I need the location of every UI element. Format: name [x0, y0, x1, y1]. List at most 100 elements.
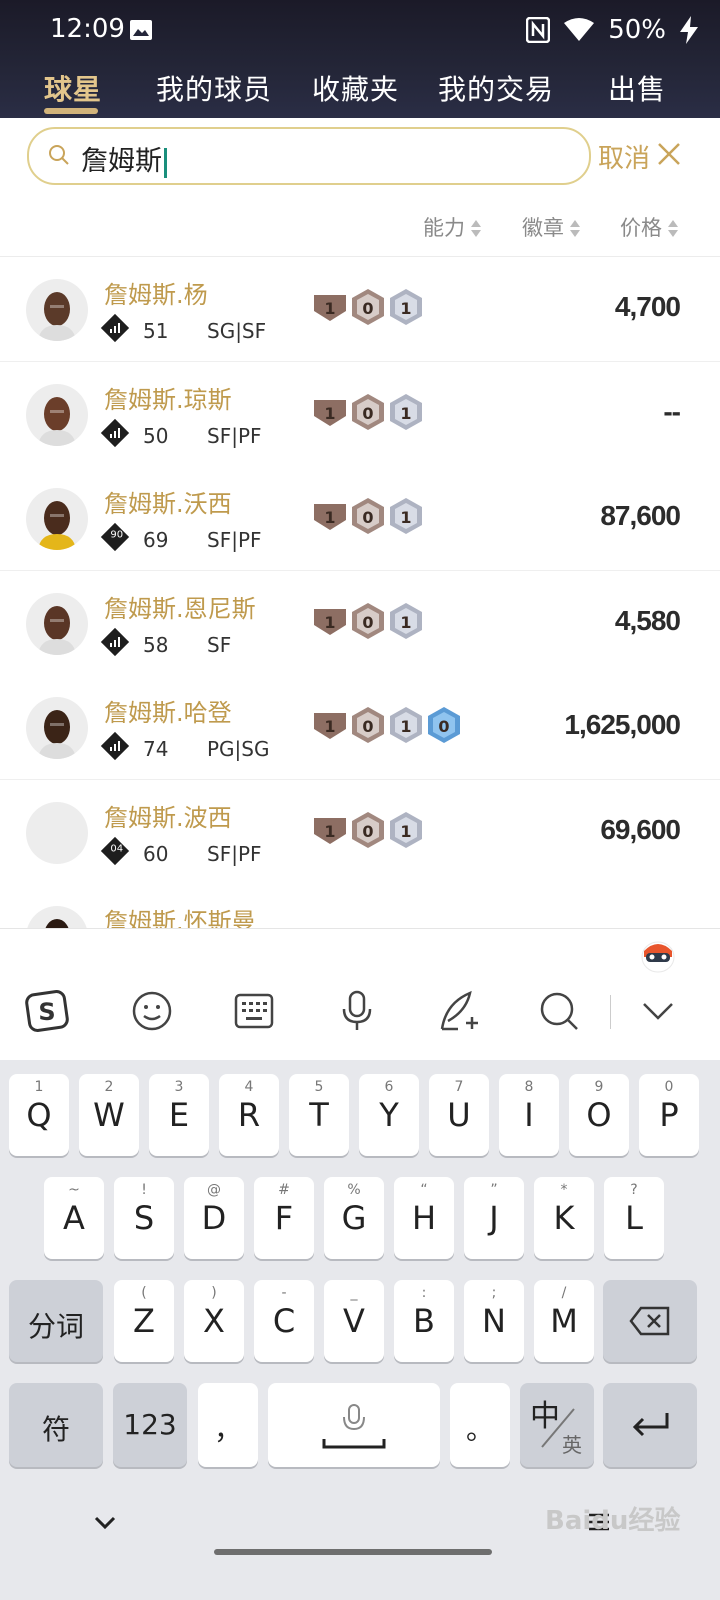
- close-icon[interactable]: [657, 142, 681, 166]
- tab-my-players[interactable]: 我的球员: [156, 68, 272, 108]
- key-space[interactable]: [268, 1383, 440, 1467]
- tab-sell[interactable]: 出售: [608, 68, 666, 108]
- key-primary-label: A: [63, 1199, 85, 1237]
- key-secondary-label: 8: [524, 1079, 534, 1095]
- key-secondary-label: %: [347, 1182, 361, 1198]
- key-x[interactable]: ) X: [184, 1280, 244, 1362]
- search-icon: [49, 145, 69, 165]
- cancel-button[interactable]: 取消: [598, 138, 650, 175]
- key-secondary-label: 0: [664, 1079, 674, 1095]
- player-row[interactable]: 詹姆斯.哈登 74 PG|SG 1 0 1 0 1,625,000: [0, 675, 720, 780]
- player-row[interactable]: 詹姆斯.波西 04 60 SF|PF 1 0 1 69,600: [0, 779, 720, 885]
- search-input[interactable]: 詹姆斯: [27, 127, 591, 185]
- player-overall: 74: [143, 737, 169, 761]
- key-secondary-label: ;: [491, 1285, 497, 1301]
- key-m[interactable]: / M: [534, 1280, 594, 1362]
- player-price: 4,580: [614, 604, 681, 636]
- key-comma[interactable]: ，: [198, 1383, 258, 1467]
- key-d[interactable]: @ D: [184, 1177, 244, 1259]
- player-name: 詹姆斯.波西: [104, 803, 232, 832]
- key-primary-label: T: [309, 1096, 329, 1134]
- badge-count: 1: [400, 299, 411, 318]
- key-j[interactable]: ” J: [464, 1177, 524, 1259]
- handwriting-icon[interactable]: [436, 989, 480, 1033]
- key-numbers[interactable]: 123: [113, 1383, 187, 1467]
- key-b[interactable]: :B: [394, 1280, 454, 1362]
- key-primary-label: V: [343, 1302, 365, 1340]
- key-w[interactable]: 2W: [79, 1074, 139, 1156]
- key-o[interactable]: 9O: [569, 1074, 629, 1156]
- key-f[interactable]: # F: [254, 1177, 314, 1259]
- key-r[interactable]: 4R: [219, 1074, 279, 1156]
- badge-counts: 1 0 1: [312, 496, 426, 536]
- key-v[interactable]: _ V: [324, 1280, 384, 1362]
- assistant-mascot-icon[interactable]: [640, 935, 676, 975]
- nfc-icon: [526, 17, 551, 43]
- emoji-icon[interactable]: [130, 989, 174, 1033]
- key-h[interactable]: “H: [394, 1177, 454, 1259]
- home-indicator[interactable]: [214, 1549, 492, 1555]
- key-p[interactable]: 0P: [639, 1074, 699, 1156]
- badge-counts: 1 0 1: [312, 601, 426, 641]
- key-backspace[interactable]: [603, 1280, 697, 1362]
- player-positions: SF|PF: [207, 423, 262, 448]
- key-enter[interactable]: [603, 1383, 697, 1467]
- enter-icon: [632, 1413, 669, 1437]
- key-c[interactable]: -C: [254, 1280, 314, 1362]
- key-k[interactable]: * K: [534, 1177, 594, 1259]
- key-g[interactable]: % G: [324, 1177, 384, 1259]
- sort-row: 能力 徽章 价格: [0, 192, 720, 257]
- key-s[interactable]: ! S: [114, 1177, 174, 1259]
- sogou-logo-icon[interactable]: S: [25, 989, 69, 1033]
- chevron-down-icon[interactable]: [636, 989, 680, 1033]
- sort-badges[interactable]: 徽章: [522, 212, 580, 242]
- key-a[interactable]: ~ A: [44, 1177, 104, 1259]
- key-primary-label: Y: [379, 1096, 399, 1134]
- key-u[interactable]: 7U: [429, 1074, 489, 1156]
- badge-count: 0: [362, 717, 373, 736]
- tab-favorites[interactable]: 收藏夹: [312, 68, 399, 108]
- hide-keyboard-icon[interactable]: [94, 1516, 116, 1530]
- badge-count: 0: [362, 404, 373, 423]
- tab-stars[interactable]: 球星: [44, 68, 102, 108]
- key-word-segment[interactable]: 分词: [9, 1280, 103, 1362]
- sort-ability[interactable]: 能力: [423, 212, 481, 242]
- key-z[interactable]: (Z: [114, 1280, 174, 1362]
- player-row[interactable]: 詹姆斯.琼斯 50 SF|PF 1 0 1 --: [0, 361, 720, 467]
- key-primary-label: N: [482, 1302, 506, 1340]
- player-row[interactable]: 詹姆斯.恩尼斯 58 SF 1 0 1 4,580: [0, 570, 720, 676]
- key-secondary-label: :: [421, 1285, 427, 1301]
- microphone-icon[interactable]: [335, 989, 379, 1033]
- player-row[interactable]: 詹姆斯.杨 51 SG|SF 1 0 1 4,700: [0, 257, 720, 362]
- key-primary-label: G: [341, 1199, 367, 1237]
- key-period[interactable]: 。: [450, 1383, 510, 1467]
- badge-count: 1: [324, 508, 335, 527]
- key-n[interactable]: ; N: [464, 1280, 524, 1362]
- status-bar: 12:09 50%: [0, 0, 720, 62]
- key-secondary-label: 9: [594, 1079, 604, 1095]
- keyboard-icon[interactable]: [232, 989, 276, 1033]
- search-icon[interactable]: [537, 989, 581, 1033]
- key-i[interactable]: 8I: [499, 1074, 559, 1156]
- key-secondary-label: ~: [68, 1182, 80, 1198]
- player-overall: 60: [143, 841, 169, 866]
- player-row[interactable]: 詹姆斯.怀斯曼: [0, 884, 720, 929]
- key-t[interactable]: 5T: [289, 1074, 349, 1156]
- key-e[interactable]: 3E: [149, 1074, 209, 1156]
- key-y[interactable]: 6Y: [359, 1074, 419, 1156]
- switch-slash-icon: [541, 1408, 575, 1448]
- signal-bars-icon: [100, 731, 130, 761]
- key-secondary-label: 6: [384, 1079, 394, 1095]
- player-price: --: [663, 395, 681, 427]
- key-secondary-label: #: [278, 1182, 290, 1198]
- sort-price[interactable]: 价格: [620, 212, 678, 242]
- key-secondary-label: -: [281, 1285, 287, 1301]
- key-zh-en-switch[interactable]: 中 英: [520, 1383, 594, 1467]
- signal-bars-icon: [100, 418, 130, 447]
- player-row[interactable]: 詹姆斯.沃西 90 69 SF|PF 1 0 1 87,600: [0, 466, 720, 571]
- key-l[interactable]: ? L: [604, 1177, 664, 1259]
- key-symbols[interactable]: 符: [9, 1383, 103, 1467]
- badge-counts: 1 0 1: [312, 810, 426, 850]
- tab-my-trades[interactable]: 我的交易: [438, 68, 554, 108]
- key-q[interactable]: 1Q: [9, 1074, 69, 1156]
